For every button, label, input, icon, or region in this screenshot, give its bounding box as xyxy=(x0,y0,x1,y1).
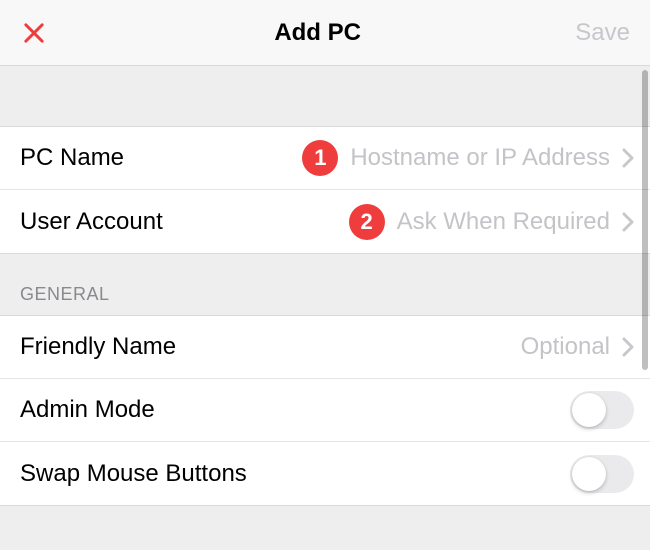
friendly-name-value: Optional xyxy=(521,333,610,361)
navbar: Add PC Save xyxy=(0,0,650,66)
pc-name-row[interactable]: PC Name 1 Hostname or IP Address xyxy=(0,127,650,190)
friendly-name-row[interactable]: Friendly Name Optional xyxy=(0,316,650,379)
chevron-right-icon xyxy=(622,337,634,357)
friendly-name-label: Friendly Name xyxy=(20,333,176,361)
page-title: Add PC xyxy=(274,19,361,47)
close-button[interactable] xyxy=(20,19,60,47)
pc-name-value: Hostname or IP Address xyxy=(350,144,610,172)
admin-mode-label: Admin Mode xyxy=(20,396,155,424)
save-button[interactable]: Save xyxy=(575,19,630,47)
general-group: Friendly Name Optional Admin Mode Swap M… xyxy=(0,315,650,506)
pc-name-label: PC Name xyxy=(20,144,124,172)
admin-mode-toggle[interactable] xyxy=(570,391,634,429)
admin-mode-row: Admin Mode xyxy=(0,379,650,442)
chevron-right-icon xyxy=(622,148,634,168)
user-account-row[interactable]: User Account 2 Ask When Required xyxy=(0,190,650,253)
swap-mouse-row: Swap Mouse Buttons xyxy=(0,442,650,505)
row-right: Optional xyxy=(521,333,634,361)
user-account-label: User Account xyxy=(20,208,163,236)
scrollbar[interactable] xyxy=(642,70,648,370)
toggle-knob xyxy=(572,457,606,491)
user-account-value: Ask When Required xyxy=(397,208,610,236)
toggle-knob xyxy=(572,393,606,427)
swap-mouse-label: Swap Mouse Buttons xyxy=(20,460,247,488)
row-right xyxy=(570,391,634,429)
chevron-right-icon xyxy=(622,212,634,232)
callout-badge-2: 2 xyxy=(349,204,385,240)
row-right: 2 Ask When Required xyxy=(349,204,634,240)
connection-group: PC Name 1 Hostname or IP Address User Ac… xyxy=(0,126,650,254)
top-spacer xyxy=(0,66,650,126)
swap-mouse-toggle[interactable] xyxy=(570,455,634,493)
row-right: 1 Hostname or IP Address xyxy=(302,140,634,176)
general-section-header: GENERAL xyxy=(0,254,650,315)
close-icon xyxy=(20,19,48,47)
row-right xyxy=(570,455,634,493)
callout-badge-1: 1 xyxy=(302,140,338,176)
